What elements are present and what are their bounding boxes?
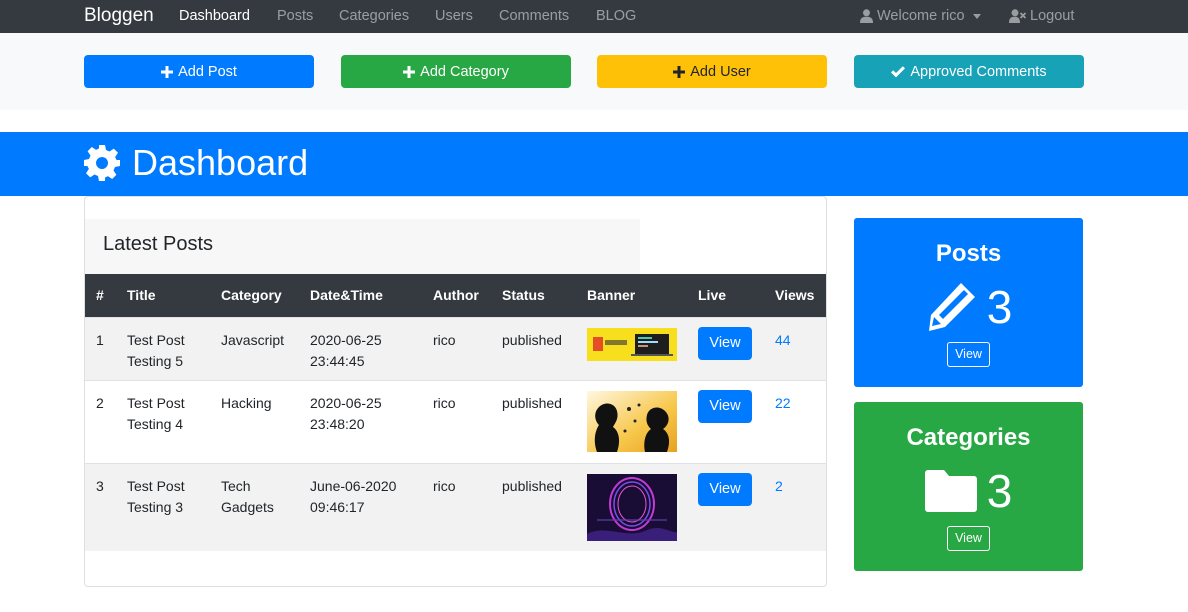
top-navbar: Bloggen Dashboard Posts Categories Users… <box>0 0 1188 33</box>
nav-categories[interactable]: Categories <box>339 8 409 24</box>
user-icon <box>860 9 873 23</box>
add-user-label: Add User <box>690 63 751 80</box>
nav-posts[interactable]: Posts <box>277 8 313 24</box>
row-title: Test Post Testing 5 <box>127 331 185 369</box>
posts-table: # Title Category Date&Time Author Status… <box>85 274 826 551</box>
col-live: Live <box>698 287 727 304</box>
add-category-label: Add Category <box>420 63 509 80</box>
row-views: 44 <box>764 317 826 380</box>
user-times-icon <box>1009 9 1026 23</box>
add-post-label: Add Post <box>178 63 237 80</box>
row-datetime: 2020-06-25 23:44:45 <box>310 331 382 369</box>
plus-icon <box>161 65 174 78</box>
row-banner <box>576 463 687 551</box>
approved-comments-button[interactable]: Approved Comments <box>854 55 1084 88</box>
row-views: 2 <box>764 463 826 551</box>
add-post-button[interactable]: Add Post <box>84 55 314 88</box>
views-link[interactable]: 2 <box>775 478 783 494</box>
col-number: # <box>96 287 104 304</box>
row-status: published <box>502 477 562 494</box>
col-status: Status <box>502 287 545 304</box>
check-icon <box>891 65 906 77</box>
categories-count: 3 <box>986 465 1013 517</box>
row-live: View <box>687 380 764 463</box>
views-link[interactable]: 44 <box>775 332 791 348</box>
row-number: 1 <box>96 331 104 348</box>
col-author: Author <box>433 287 479 304</box>
table-row: 1 Test Post Testing 5 Javascript 2020-06-… <box>85 317 826 380</box>
gear-icon <box>84 145 120 181</box>
chevron-down-icon <box>972 13 981 19</box>
table-header-row: # Title Category Date&Time Author Status… <box>85 274 826 317</box>
row-datetime: June-06-2020 09:46:17 <box>310 477 397 515</box>
latest-posts-card: Latest Posts # Title Category Date&Time … <box>84 196 827 587</box>
row-author: rico <box>433 331 456 348</box>
add-user-button[interactable]: Add User <box>597 55 827 88</box>
row-title: Test Post Testing 3 <box>127 477 185 515</box>
table-row: 3 Test Post Testing 3 Tech Gadgets June-06… <box>85 463 826 551</box>
silhouette-banner <box>587 390 677 452</box>
row-live: View <box>687 463 764 551</box>
pencil-icon <box>928 283 975 331</box>
row-number: 3 <box>96 477 104 494</box>
row-author: rico <box>433 477 456 494</box>
view-post-button[interactable]: View <box>698 389 752 423</box>
row-category: Javascript <box>221 331 285 348</box>
row-views: 22 <box>764 380 826 463</box>
nav-blog[interactable]: BLOG <box>596 8 636 24</box>
posts-view-button[interactable]: View <box>947 342 990 367</box>
nav-users[interactable]: Users <box>435 8 473 24</box>
col-category: Category <box>221 287 282 304</box>
col-views: Views <box>775 287 815 304</box>
card-header: Latest Posts <box>85 219 640 275</box>
approved-comments-label: Approved Comments <box>910 63 1047 80</box>
abstract-banner <box>587 473 677 541</box>
logout-link[interactable]: Logout <box>1009 8 1074 24</box>
nav-comments[interactable]: Comments <box>499 8 569 24</box>
folder-icon <box>924 470 977 512</box>
col-datetime: Date&Time <box>310 287 383 304</box>
plus-icon <box>403 65 416 78</box>
logout-label: Logout <box>1030 8 1075 24</box>
row-number: 2 <box>96 394 104 411</box>
col-banner: Banner <box>587 287 636 304</box>
row-datetime: 2020-06-25 23:48:20 <box>310 394 382 432</box>
row-banner <box>576 380 687 463</box>
table-row: 2 Test Post Testing 4 Hacking 2020-06-25 2… <box>85 380 826 463</box>
row-title: Test Post Testing 4 <box>127 394 185 432</box>
nav-dashboard[interactable]: Dashboard <box>179 8 250 24</box>
page-header: Dashboard <box>0 132 1188 196</box>
welcome-label: Welcome rico <box>877 8 965 24</box>
row-category: Tech Gadgets <box>221 477 274 515</box>
page-title: Dashboard <box>132 142 309 183</box>
categories-view-button[interactable]: View <box>947 526 990 551</box>
row-banner <box>576 317 687 380</box>
posts-stat-title: Posts <box>935 240 1002 267</box>
view-post-button[interactable]: View <box>698 326 752 360</box>
posts-stat-card: Posts 3 View <box>854 218 1083 387</box>
posts-count: 3 <box>986 281 1013 333</box>
action-bar: Add Post Add Category Add User Approved … <box>0 33 1188 110</box>
user-dropdown[interactable]: Welcome rico <box>860 8 981 24</box>
views-link[interactable]: 22 <box>775 395 791 411</box>
categories-stat-card: Categories 3 View <box>854 402 1083 571</box>
plus-icon <box>673 65 686 78</box>
row-live: View <box>687 317 764 380</box>
row-author: rico <box>433 394 456 411</box>
add-category-button[interactable]: Add Category <box>341 55 571 88</box>
col-title: Title <box>127 287 156 304</box>
javascript-banner <box>587 327 677 361</box>
row-status: published <box>502 331 562 348</box>
view-post-button[interactable]: View <box>698 472 752 506</box>
row-category: Hacking <box>221 394 272 411</box>
row-status: published <box>502 394 562 411</box>
brand-logo[interactable]: Bloggen <box>84 5 154 27</box>
latest-posts-title: Latest Posts <box>103 233 214 255</box>
categories-stat-title: Categories <box>906 424 1031 451</box>
